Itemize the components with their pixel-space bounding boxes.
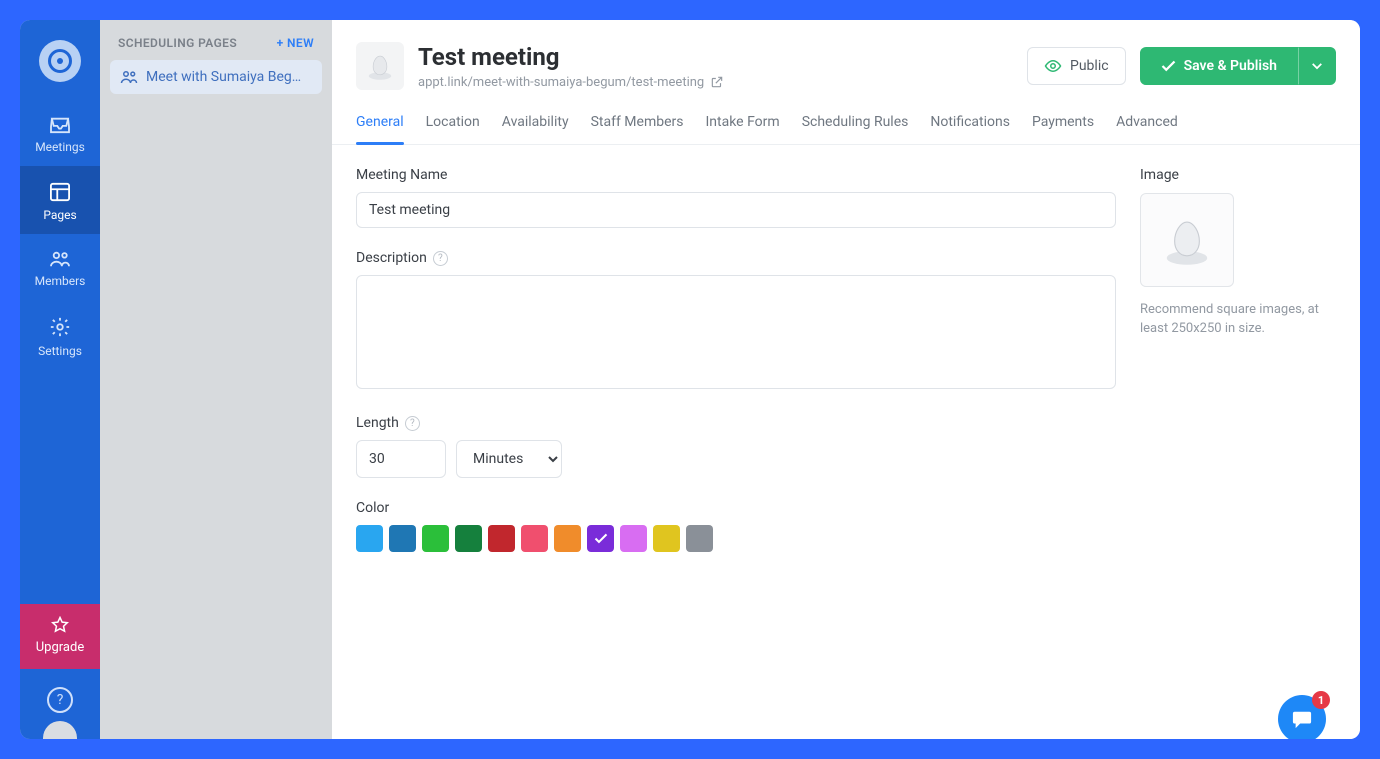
tab-location[interactable]: Location: [426, 104, 480, 144]
app-logo[interactable]: [39, 40, 81, 82]
page-title: Test meeting: [418, 43, 724, 71]
scheduling-page-item[interactable]: Meet with Sumaiya Beg…: [110, 60, 322, 94]
gear-icon: [49, 316, 71, 338]
visibility-label: Public: [1070, 58, 1109, 74]
color-swatch-blue[interactable]: [389, 525, 416, 552]
tab-advanced[interactable]: Advanced: [1116, 104, 1178, 144]
star-icon: [51, 616, 69, 634]
tab-availability[interactable]: Availability: [502, 104, 569, 144]
page-url[interactable]: appt.link/meet-with-sumaiya-begum/test-m…: [418, 75, 704, 90]
tab-scheduling-rules[interactable]: Scheduling Rules: [802, 104, 909, 144]
open-link-icon[interactable]: [710, 75, 724, 89]
check-icon: [1161, 60, 1176, 72]
color-swatch-dark-green[interactable]: [455, 525, 482, 552]
color-swatch-green[interactable]: [422, 525, 449, 552]
visibility-button[interactable]: Public: [1027, 47, 1126, 85]
nav-settings-label: Settings: [38, 344, 82, 358]
color-label: Color: [356, 500, 1116, 516]
color-swatch-purple[interactable]: [587, 525, 614, 552]
description-label: Description: [356, 250, 427, 266]
length-label: Length: [356, 415, 399, 431]
scheduling-pages-heading: SCHEDULING PAGES: [118, 36, 237, 50]
layout-icon: [49, 182, 71, 202]
tab-payments[interactable]: Payments: [1032, 104, 1094, 144]
main-panel: Test meeting appt.link/meet-with-sumaiya…: [332, 20, 1360, 739]
chat-badge: 1: [1312, 691, 1330, 709]
inbox-icon: [49, 116, 71, 134]
tab-staff-members[interactable]: Staff Members: [591, 104, 684, 144]
length-value-input[interactable]: [356, 440, 446, 478]
description-input[interactable]: [356, 275, 1116, 389]
image-hint: Recommend square images, at least 250x25…: [1140, 301, 1336, 339]
length-unit-select[interactable]: Minutes: [456, 440, 562, 478]
nav-upgrade[interactable]: Upgrade: [20, 604, 100, 669]
color-swatch-magenta[interactable]: [620, 525, 647, 552]
nav-settings[interactable]: Settings: [20, 300, 100, 370]
nav-meetings[interactable]: Meetings: [20, 100, 100, 166]
people-icon: [120, 70, 138, 84]
save-publish-label: Save & Publish: [1184, 58, 1277, 74]
tab-bar: General Location Availability Staff Members…: [332, 104, 1360, 145]
color-swatch-row: [356, 525, 1116, 552]
account-avatar[interactable]: [43, 721, 77, 739]
help-button[interactable]: ?: [47, 687, 73, 713]
color-swatch-orange[interactable]: [554, 525, 581, 552]
nav-upgrade-label: Upgrade: [36, 640, 84, 655]
color-swatch-red[interactable]: [488, 525, 515, 552]
tab-general[interactable]: General: [356, 104, 404, 144]
nav-members[interactable]: Members: [20, 234, 100, 300]
scheduling-pages-panel: SCHEDULING PAGES + NEW Meet with Sumaiya…: [100, 20, 332, 739]
meeting-thumbnail: [356, 42, 404, 90]
nav-rail: Meetings Pages Members Settings Upgrade …: [20, 20, 100, 739]
image-label: Image: [1140, 167, 1336, 183]
nav-pages-label: Pages: [43, 208, 76, 222]
save-publish-button[interactable]: Save & Publish: [1140, 47, 1298, 85]
save-publish-dropdown[interactable]: [1298, 47, 1336, 85]
color-swatch-yellow[interactable]: [653, 525, 680, 552]
scheduling-page-item-label: Meet with Sumaiya Beg…: [146, 69, 301, 85]
color-swatch-pink[interactable]: [521, 525, 548, 552]
check-icon: [594, 533, 608, 544]
tab-intake-form[interactable]: Intake Form: [705, 104, 779, 144]
new-scheduling-page-button[interactable]: + NEW: [277, 36, 314, 50]
color-swatch-gray[interactable]: [686, 525, 713, 552]
placeholder-image-icon: [365, 51, 395, 81]
users-icon: [48, 250, 72, 268]
color-swatch-light-blue[interactable]: [356, 525, 383, 552]
eye-icon: [1044, 59, 1062, 73]
nav-members-label: Members: [35, 274, 86, 288]
description-help-icon[interactable]: ?: [433, 251, 448, 266]
length-help-icon[interactable]: ?: [405, 416, 420, 431]
chevron-down-icon: [1311, 62, 1323, 70]
meeting-name-label: Meeting Name: [356, 167, 1116, 183]
image-upload-box[interactable]: [1140, 193, 1234, 287]
nav-meetings-label: Meetings: [35, 140, 85, 154]
tab-notifications[interactable]: Notifications: [930, 104, 1010, 144]
placeholder-image-icon: [1160, 213, 1214, 267]
meeting-name-input[interactable]: [356, 192, 1116, 228]
chat-icon: [1291, 709, 1313, 729]
nav-pages[interactable]: Pages: [20, 166, 100, 234]
chat-widget[interactable]: 1: [1278, 695, 1326, 739]
